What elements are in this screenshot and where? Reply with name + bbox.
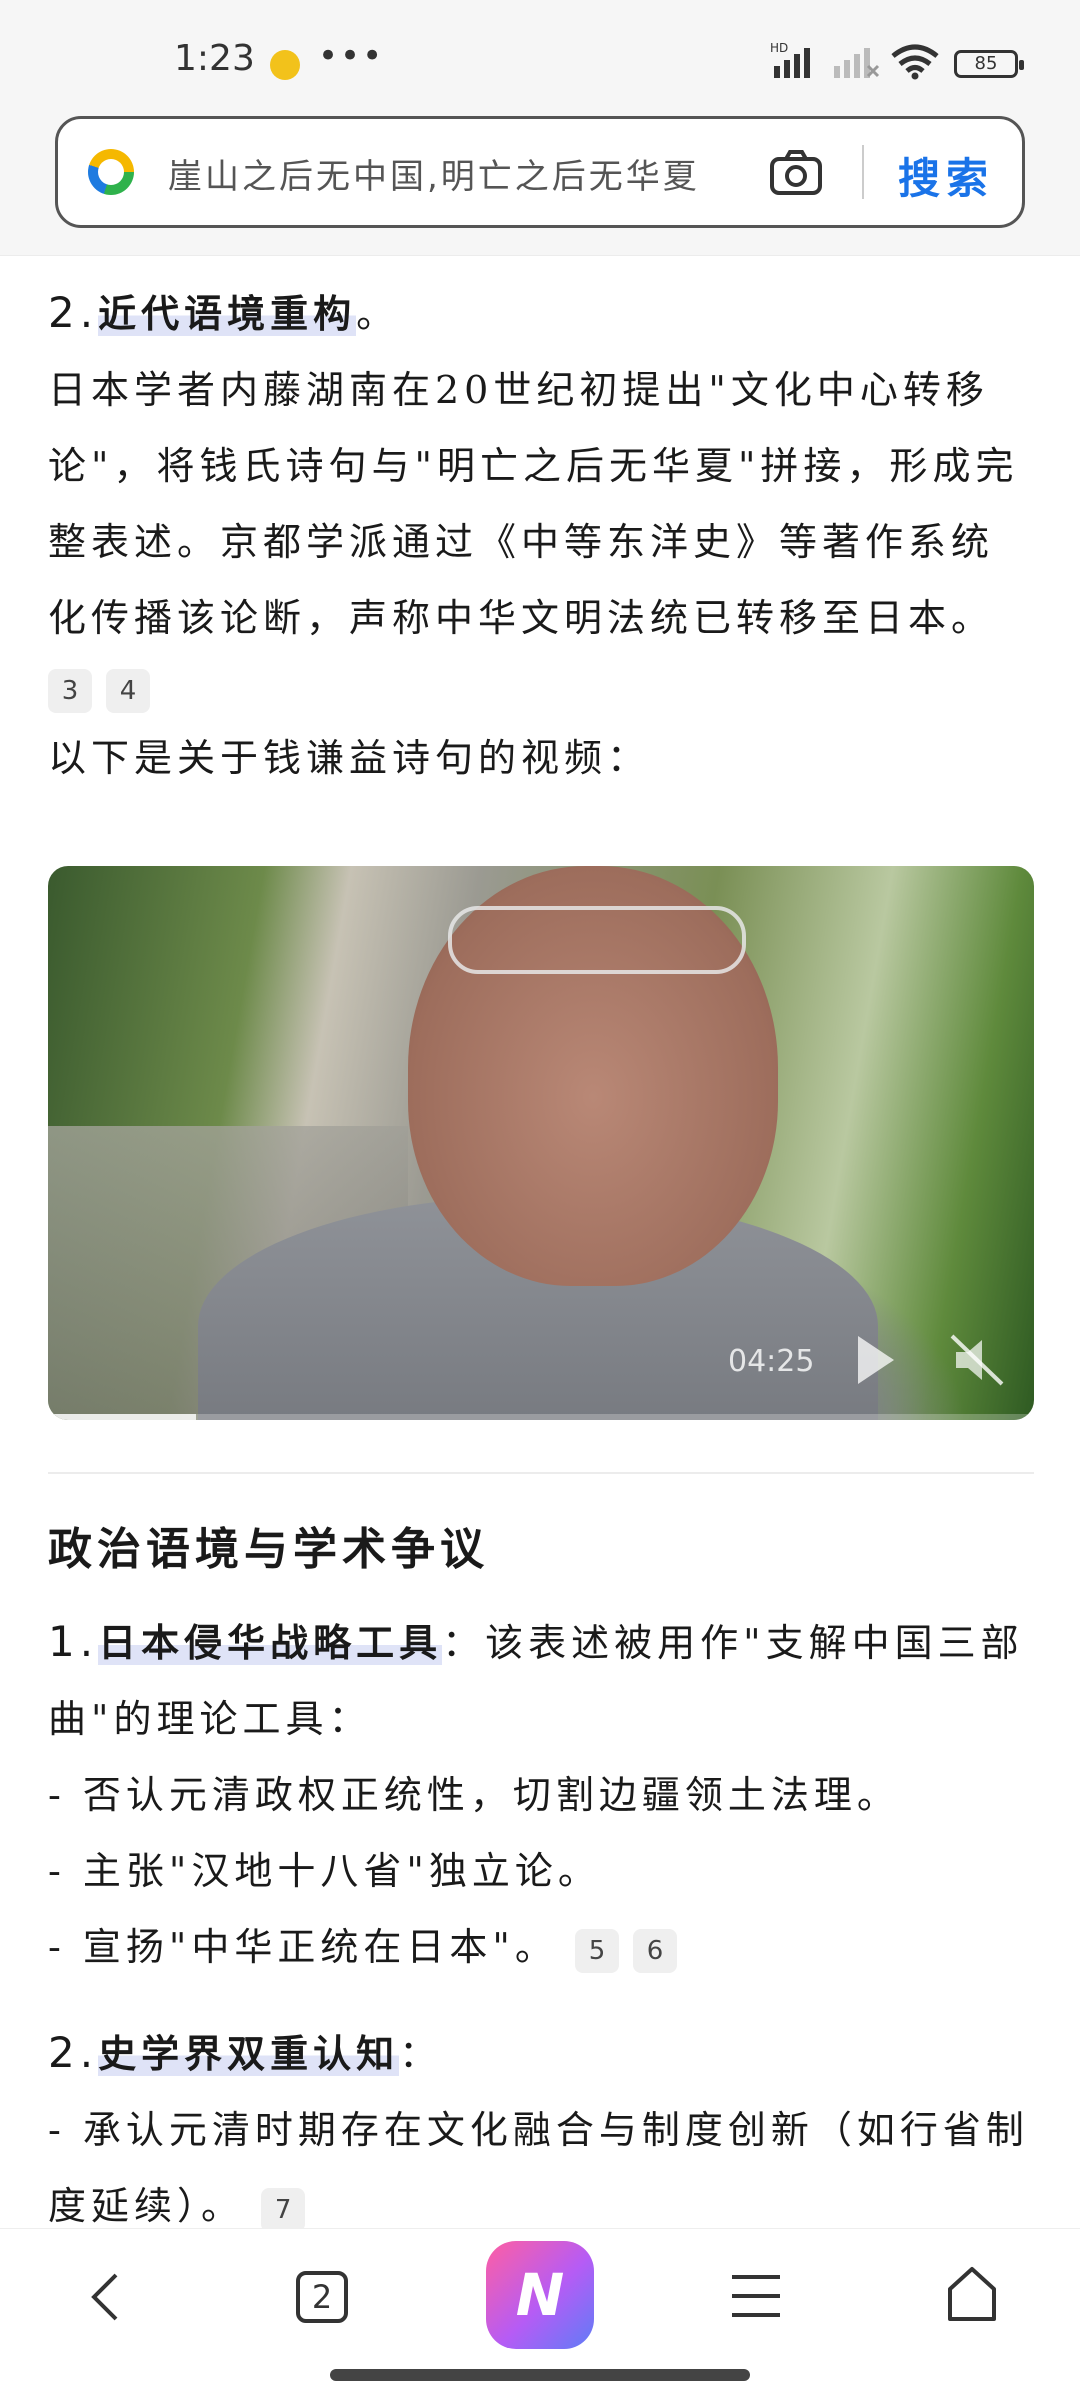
menu-icon[interactable] xyxy=(730,2271,782,2321)
search-button[interactable]: 搜索 xyxy=(898,145,994,206)
reference-badge[interactable]: 4 xyxy=(106,669,150,713)
signal-icon: HD xyxy=(770,41,810,78)
point-1-number: 1. xyxy=(48,1617,99,1666)
reference-badge[interactable]: 5 xyxy=(574,1928,619,1973)
section-title: 政治语境与学术争议 xyxy=(48,1524,489,1575)
bullet-item-with-refs: - 承认元清时期存在文化融合与制度创新（如行省制度延续）。 7 xyxy=(48,2092,1038,2244)
reference-badges: 34 xyxy=(48,664,1034,713)
camera-icon[interactable] xyxy=(768,147,824,197)
ai-assistant-icon: N xyxy=(515,2261,565,2329)
back-icon[interactable] xyxy=(82,2269,132,2325)
status-bar: 1:23 ••• HD 85 xyxy=(0,0,1080,110)
reference-badge[interactable]: 6 xyxy=(632,1928,677,1973)
point-1-title: 日本侵华战略工具 xyxy=(98,1620,443,1665)
bullet-text: - 承认元清时期存在文化融合与制度创新（如行省制度延续）。 xyxy=(48,2108,1029,2228)
hd-label: HD xyxy=(770,41,788,55)
music-app-icon xyxy=(270,50,300,80)
article-part-1: 2.近代语境重构。 日本学者内藤湖南在20世纪初提出"文化中心转移论"，将钱氏诗… xyxy=(48,255,1034,796)
wifi-icon xyxy=(891,44,939,80)
point-2-body: ： xyxy=(399,2032,443,2076)
search-header: 崖山之后无中国,明亡之后无华夏 搜索 xyxy=(0,110,1080,256)
tabs-button[interactable]: 2 xyxy=(296,2271,348,2323)
home-icon[interactable] xyxy=(944,2265,1000,2325)
home-indicator[interactable] xyxy=(330,2369,750,2381)
video-progress-bar[interactable] xyxy=(48,1414,1034,1420)
bottom-navigation: 2 N xyxy=(0,2228,1080,2401)
battery-icon: 85 xyxy=(954,50,1024,78)
reference-badge[interactable]: 3 xyxy=(48,669,92,713)
item-body: 日本学者内藤湖南在20世纪初提出"文化中心转移论"，将钱氏诗句与"明亡之后无华夏… xyxy=(48,368,1019,640)
bullet-text: - 宣扬"中华正统在日本"。 xyxy=(48,1925,558,1969)
reference-badge[interactable]: 7 xyxy=(261,2187,306,2232)
point-2-number: 2. xyxy=(48,2028,99,2077)
point-2-title: 史学界双重认知 xyxy=(98,2031,400,2076)
bullet-item-with-refs: - 宣扬"中华正统在日本"。 56 xyxy=(48,1909,1038,1985)
video-person-glasses xyxy=(448,906,746,974)
video-player[interactable]: 04:25 xyxy=(48,866,1034,1420)
status-time: 1:23 xyxy=(174,38,255,79)
item-number: 2. xyxy=(48,288,99,337)
video-intro: 以下是关于钱谦益诗句的视频： xyxy=(48,736,651,780)
search-divider xyxy=(862,145,864,199)
signal-2-icon xyxy=(834,48,880,78)
ai-assistant-button[interactable]: N xyxy=(486,2241,594,2349)
article-part-2: 政治语境与学术争议 1.日本侵华战略工具：该表述被用作"支解中国三部曲"的理论工… xyxy=(48,1500,1038,2244)
mute-icon[interactable] xyxy=(948,1332,1008,1388)
bullet-item: - 否认元清政权正统性，切割边疆领土法理。 xyxy=(48,1773,900,1817)
video-progress-fill xyxy=(48,1414,196,1420)
search-input[interactable]: 崖山之后无中国,明亡之后无华夏 xyxy=(168,149,748,198)
search-box[interactable]: 崖山之后无中国,明亡之后无华夏 搜索 xyxy=(55,116,1025,228)
video-duration: 04:25 xyxy=(728,1344,815,1379)
more-notifications-icon: ••• xyxy=(318,36,385,76)
bullet-item: - 主张"汉地十八省"独立论。 xyxy=(48,1849,601,1893)
item-title-suffix: 。 xyxy=(356,292,400,336)
section-divider xyxy=(48,1472,1034,1474)
item-title: 近代语境重构 xyxy=(98,291,357,336)
play-icon[interactable] xyxy=(858,1336,894,1384)
item-heading: 2.近代语境重构。 xyxy=(48,275,1034,352)
point-1: 1.日本侵华战略工具：该表述被用作"支解中国三部曲"的理论工具： xyxy=(48,1604,1038,1757)
point-2: 2.史学界双重认知： xyxy=(48,2015,1038,2092)
browser-logo-icon xyxy=(88,149,134,195)
